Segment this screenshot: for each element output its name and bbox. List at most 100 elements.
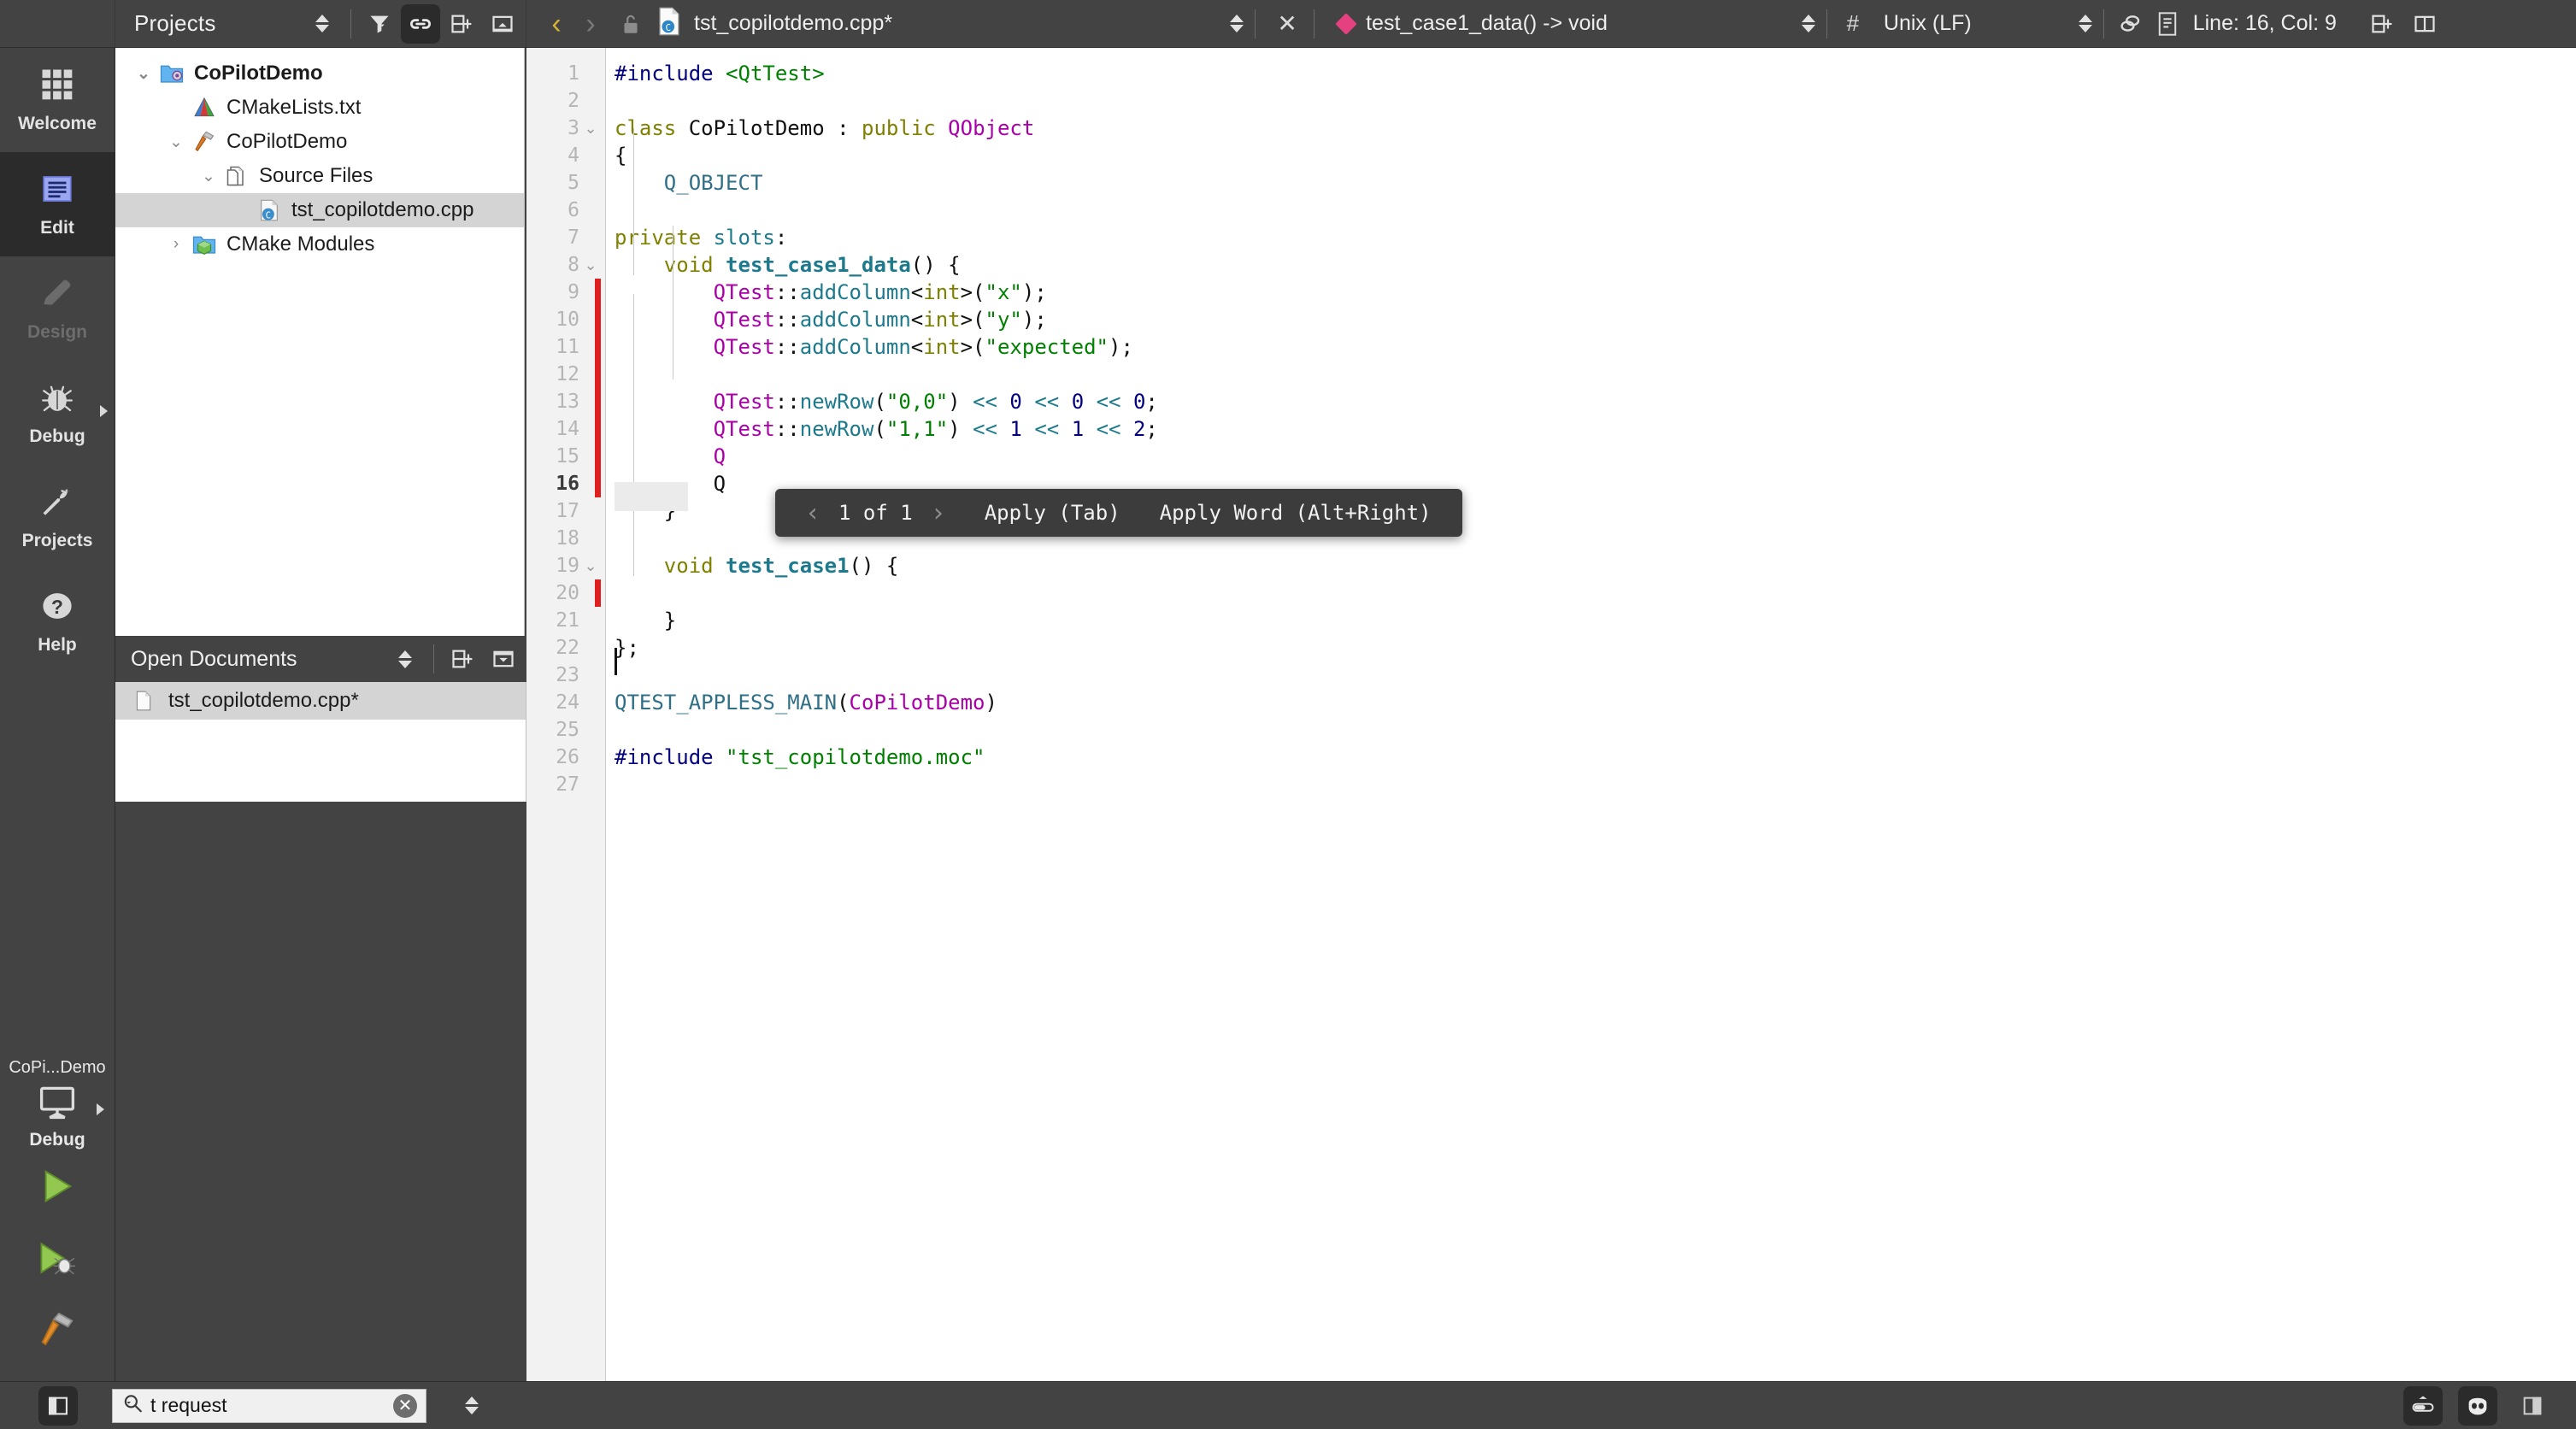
toggle-sidebar-icon[interactable] — [38, 1386, 78, 1426]
expander-caret-icon[interactable]: › — [162, 235, 191, 254]
hash-icon[interactable]: # — [1834, 10, 1872, 37]
open-documents-list[interactable]: tst_copilotdemo.cpp* — [115, 682, 526, 802]
code-line[interactable]: QTest::addColumn<int>("expected"); — [606, 333, 2576, 361]
code-line[interactable]: class CoPilotDemo : public QObject — [606, 115, 2576, 142]
code-line[interactable]: }; — [606, 634, 2576, 662]
add-split-icon[interactable] — [443, 639, 482, 679]
code-line[interactable] — [606, 87, 2576, 115]
toggle-right-sidebar-icon[interactable] — [2513, 1386, 2552, 1426]
copilot-suggestion-popup[interactable]: ‹ 1 of 1 › Apply (Tab) Apply Word (Alt+R… — [775, 489, 1462, 537]
line-number: 9 — [526, 279, 605, 306]
tree-item[interactable]: Ctst_copilotdemo.cpp — [115, 193, 524, 227]
collapse-panel-icon[interactable] — [483, 4, 522, 44]
monitor-icon — [38, 1085, 77, 1125]
code-line[interactable]: QTest::addColumn<int>("y"); — [606, 306, 2576, 333]
copilot-icon[interactable] — [2458, 1386, 2497, 1426]
clear-icon[interactable]: ✕ — [393, 1394, 417, 1418]
code-line[interactable]: Q — [606, 443, 2576, 470]
code-line[interactable] — [606, 579, 2576, 607]
current-file-chip[interactable]: C tst_copilotdemo.cpp* — [656, 7, 892, 40]
sort-spinner-icon[interactable] — [385, 639, 425, 679]
code-line[interactable]: { — [606, 142, 2576, 169]
mode-edit[interactable]: Edit — [0, 152, 115, 256]
current-symbol-chip[interactable]: test_case1_data() -> void — [1338, 11, 1608, 36]
go-forward-icon[interactable]: › — [574, 4, 607, 44]
line-ending-spinner-icon[interactable] — [2074, 15, 2097, 32]
code-line[interactable]: QTest::addColumn<int>("x"); — [606, 279, 2576, 306]
code-token — [615, 444, 714, 468]
go-back-icon[interactable]: ‹ — [540, 4, 573, 44]
code-line[interactable]: void test_case1_data() { — [606, 251, 2576, 279]
filter-icon[interactable] — [360, 4, 399, 44]
line-ending-label[interactable]: Unix (LF) — [1884, 11, 1972, 36]
code-line[interactable]: Q_OBJECT — [606, 169, 2576, 197]
apply-word-button[interactable]: Apply Word (Alt+Right) — [1150, 501, 1442, 525]
next-suggestion-icon[interactable]: › — [921, 498, 956, 528]
line-number-gutter: 123⌄45678⌄910111213141516171819⌄20212223… — [526, 48, 606, 1381]
locator-input[interactable]: t request ✕ — [112, 1389, 426, 1423]
code-line[interactable] — [606, 361, 2576, 388]
code-line[interactable] — [606, 771, 2576, 798]
apply-suggestion-button[interactable]: Apply (Tab) — [974, 501, 1131, 525]
mode-welcome[interactable]: Welcome — [0, 48, 115, 152]
expander-caret-icon[interactable]: ⌄ — [194, 167, 223, 186]
mode-debug[interactable]: Debug — [0, 361, 115, 465]
close-file-icon[interactable]: ✕ — [1267, 4, 1307, 44]
code-token — [615, 280, 714, 304]
split-side-by-side-icon[interactable] — [2403, 4, 2446, 44]
chevron-right-icon[interactable] — [100, 405, 108, 417]
code-line[interactable] — [606, 716, 2576, 744]
kit-target-label[interactable]: CoPi...Demo — [9, 1058, 105, 1078]
add-split-icon[interactable] — [442, 4, 481, 44]
code-line[interactable]: private slots: — [606, 224, 2576, 251]
code-editor[interactable]: 123⌄45678⌄910111213141516171819⌄20212223… — [526, 48, 2576, 1381]
tree-item[interactable]: ⌄ Source Files — [115, 159, 524, 193]
tree-item[interactable]: › CMake Modules — [115, 227, 524, 262]
mode-help[interactable]: ? Help — [0, 569, 115, 673]
code-line[interactable] — [606, 197, 2576, 224]
unlocked-icon[interactable] — [612, 4, 650, 44]
chevron-right-icon[interactable] — [97, 1103, 104, 1115]
code-line[interactable]: void test_case1() { — [606, 552, 2576, 579]
kit-build-config[interactable]: Debug — [29, 1085, 85, 1150]
run-button[interactable] — [38, 1150, 77, 1222]
line-number: 4 — [526, 142, 605, 169]
code-line[interactable]: QTest::newRow("1,1") << 1 << 1 << 2; — [606, 415, 2576, 443]
tree-item[interactable]: CMakeLists.txt — [115, 91, 524, 125]
code-line[interactable]: QTest::newRow("0,0") << 0 << 0 << 0; — [606, 388, 2576, 415]
code-line[interactable] — [606, 662, 2576, 689]
code-area[interactable]: ‹ 1 of 1 › Apply (Tab) Apply Word (Alt+R… — [606, 48, 2576, 1381]
code-line[interactable]: QTEST_APPLESS_MAIN(CoPilotDemo) — [606, 689, 2576, 716]
code-token: }; — [615, 636, 639, 660]
expander-caret-icon[interactable]: ⌄ — [129, 64, 158, 84]
symbol-list-spinner-icon[interactable] — [1797, 15, 1820, 32]
fold-chevron-icon[interactable]: ⌄ — [581, 552, 600, 579]
start-debugging-button[interactable] — [35, 1222, 79, 1294]
previous-suggestion-icon[interactable]: ‹ — [796, 498, 830, 528]
svg-text:?: ? — [51, 595, 63, 617]
fold-chevron-icon[interactable]: ⌄ — [581, 115, 600, 142]
project-tree[interactable]: ⌄ CoPilotDemo CMakeLists.txt⌄ CoPilotDem… — [115, 48, 525, 636]
locator-value[interactable]: t request — [150, 1394, 386, 1417]
split-editor-icon[interactable] — [2361, 4, 2403, 44]
file-list-spinner-icon[interactable] — [1226, 15, 1248, 32]
code-line[interactable]: #include <QtTest> — [606, 60, 2576, 87]
indent-guide — [633, 294, 634, 576]
link-with-editor-icon[interactable] — [401, 4, 440, 44]
code-line[interactable]: } — [606, 607, 2576, 634]
progress-details-icon[interactable] — [2403, 1386, 2443, 1426]
navigation-arrows: ‹ › — [526, 4, 650, 44]
code-line[interactable]: #include "tst_copilotdemo.moc" — [606, 744, 2576, 771]
fold-chevron-icon[interactable]: ⌄ — [581, 251, 600, 279]
mode-projects[interactable]: Projects — [0, 465, 115, 569]
text-encoding-icon[interactable] — [2111, 4, 2149, 44]
open-document-item[interactable]: tst_copilotdemo.cpp* — [115, 682, 526, 720]
tree-item[interactable]: ⌄ CoPilotDemo — [115, 125, 524, 159]
collapse-panel-icon[interactable] — [484, 639, 523, 679]
search-icon[interactable] — [121, 1392, 144, 1419]
expander-caret-icon[interactable]: ⌄ — [162, 132, 191, 152]
build-button[interactable] — [37, 1294, 78, 1366]
sort-spinner-icon[interactable] — [303, 4, 342, 44]
tree-item[interactable]: ⌄ CoPilotDemo — [115, 56, 524, 91]
output-pane-spinner-icon[interactable] — [461, 1397, 483, 1414]
